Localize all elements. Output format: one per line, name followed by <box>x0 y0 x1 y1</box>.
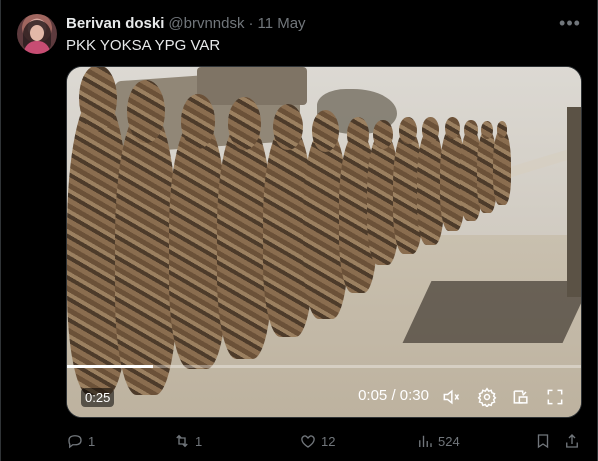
video-shadow <box>402 281 581 343</box>
video-time-separator: / <box>391 387 396 404</box>
video-time-readout: 0:05 / 0:30 <box>358 387 429 404</box>
gear-icon[interactable] <box>475 385 499 409</box>
views-button[interactable]: 524 <box>416 432 460 450</box>
video-timestamp-badge: 0:25 <box>81 388 115 407</box>
author-name[interactable]: Berivan doski <box>66 15 164 32</box>
video-soldier <box>493 121 511 205</box>
volume-mute-icon[interactable] <box>439 385 463 409</box>
video-duration: 0:30 <box>399 387 429 404</box>
video-soldier <box>115 80 177 395</box>
left-divider <box>0 0 1 461</box>
reply-icon <box>68 435 82 449</box>
view-count: 524 <box>438 433 460 449</box>
video-player[interactable]: 0:25 0:05 / 0:30 <box>66 66 582 418</box>
avatar-face <box>30 25 44 41</box>
tweet-actions-bar: 1 1 12 524 <box>66 432 582 454</box>
heart-icon <box>301 435 315 448</box>
reply-button[interactable]: 1 <box>66 432 95 450</box>
retweet-icon <box>176 434 188 448</box>
share-icon[interactable] <box>563 432 581 450</box>
analytics-icon <box>419 435 432 447</box>
like-count: 12 <box>321 433 336 449</box>
like-button[interactable]: 12 <box>299 432 335 450</box>
video-progress-fill <box>67 365 153 368</box>
tweet-header: Berivan doski @brvnndsk · 11 May <box>66 13 306 33</box>
bookmark-icon[interactable] <box>534 432 552 450</box>
video-pole <box>567 107 581 297</box>
video-current-time: 0:05 <box>358 387 388 404</box>
tweet-date[interactable]: 11 May <box>257 15 305 32</box>
avatar[interactable] <box>17 14 57 54</box>
more-icon[interactable]: ••• <box>559 13 580 33</box>
retweet-count: 1 <box>195 433 203 449</box>
retweet-button[interactable]: 1 <box>173 432 202 450</box>
fullscreen-icon[interactable] <box>543 385 567 409</box>
reply-count: 1 <box>88 433 96 449</box>
tweet-text: PKK YOKSA YPG VAR <box>66 37 221 54</box>
picture-in-picture-icon[interactable] <box>509 385 533 409</box>
video-progress-track[interactable] <box>67 365 581 368</box>
author-handle[interactable]: @brvnndsk <box>168 15 244 32</box>
header-separator: · <box>248 14 254 32</box>
